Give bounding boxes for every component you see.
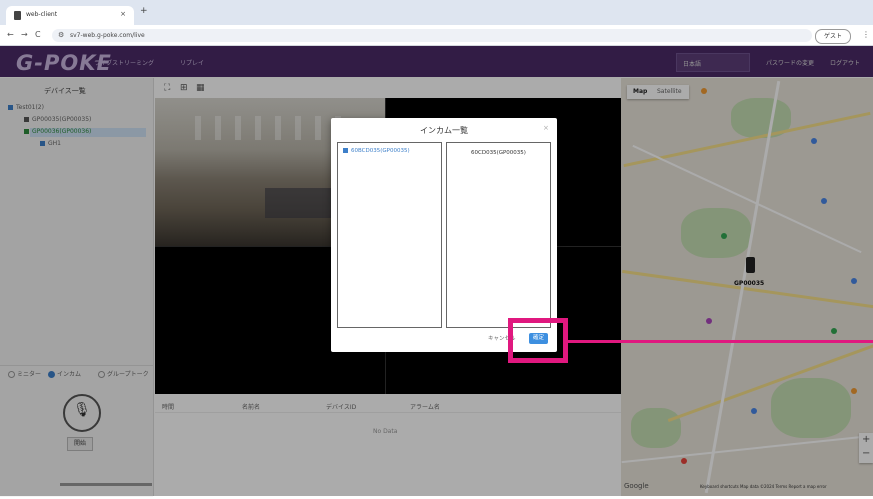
forward-icon[interactable]: →: [21, 30, 28, 39]
browser-menu-icon[interactable]: ⋮: [862, 30, 870, 39]
new-tab-button[interactable]: +: [140, 6, 148, 16]
device-icon: [343, 148, 348, 153]
url-field[interactable]: ⚙ sv7-web.g-poke.com/live: [52, 29, 812, 42]
available-intercom-list[interactable]: 60BCD035(GP00035): [337, 142, 442, 328]
list-item[interactable]: 60CD035(GP00035): [447, 150, 550, 156]
tab-title: web-client: [26, 11, 58, 18]
url-text: sv7-web.g-poke.com/live: [70, 32, 145, 39]
address-bar: ← → C ⚙ sv7-web.g-poke.com/live: [0, 25, 873, 46]
selected-intercom-list[interactable]: 60CD035(GP00035): [446, 142, 551, 328]
list-item[interactable]: 60BCD035(GP00035): [343, 148, 410, 154]
highlight-box: [508, 318, 568, 363]
guest-profile-button[interactable]: ゲスト: [815, 29, 851, 44]
back-icon[interactable]: ←: [7, 30, 14, 39]
dialog-title: インカム一覧: [420, 126, 468, 135]
site-info-icon[interactable]: ⚙: [58, 31, 64, 39]
browser-tab[interactable]: web-client ×: [6, 6, 134, 25]
dialog-close-icon[interactable]: ×: [543, 124, 549, 132]
tab-close-icon[interactable]: ×: [120, 10, 126, 18]
favicon-icon: [14, 11, 21, 20]
reload-icon[interactable]: C: [35, 30, 41, 39]
highlight-pointer-line: [568, 340, 873, 343]
